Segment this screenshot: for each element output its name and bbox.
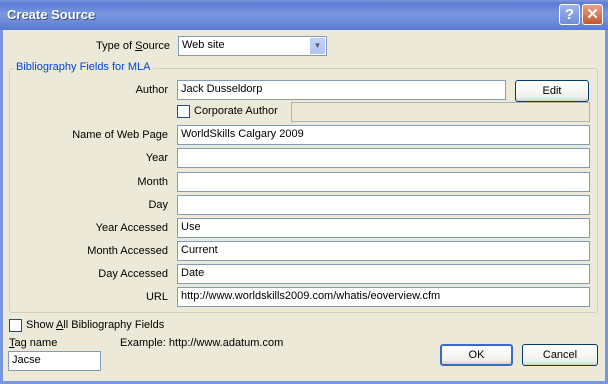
type-of-source-select[interactable]: Web site ▼ bbox=[178, 36, 327, 56]
day-accessed-label: Day Accessed bbox=[98, 268, 168, 280]
day-field[interactable] bbox=[177, 195, 590, 215]
title-bar: Create Source ? ✕ bbox=[0, 0, 608, 30]
month-label: Month bbox=[137, 176, 168, 188]
show-all-fields-label: Show All Bibliography Fields bbox=[26, 319, 165, 331]
day-accessed-field[interactable]: Date bbox=[177, 264, 590, 284]
group-title: Bibliography Fields for MLA bbox=[14, 61, 153, 73]
show-all-fields-checkbox[interactable] bbox=[9, 319, 22, 332]
close-button[interactable]: ✕ bbox=[582, 4, 603, 25]
tag-name-label: Tag name bbox=[9, 337, 58, 349]
chevron-down-icon[interactable]: ▼ bbox=[310, 38, 325, 54]
corporate-author-label: Corporate Author bbox=[194, 105, 278, 117]
window-title: Create Source bbox=[7, 7, 96, 22]
year-label: Year bbox=[145, 152, 168, 164]
author-label: Author bbox=[135, 84, 168, 96]
url-field[interactable]: http://www.worldskills2009.com/whatis/eo… bbox=[177, 287, 590, 307]
help-icon: ? bbox=[564, 6, 575, 23]
ok-button[interactable]: OK bbox=[440, 344, 513, 366]
year-accessed-label: Year Accessed bbox=[95, 222, 168, 234]
month-accessed-label: Month Accessed bbox=[87, 245, 168, 257]
cancel-button[interactable]: Cancel bbox=[522, 344, 598, 366]
example-text: Example: http://www.adatum.com bbox=[120, 337, 284, 349]
type-of-source-value: Web site bbox=[182, 39, 225, 51]
help-button[interactable]: ? bbox=[559, 4, 580, 25]
tag-name-field[interactable]: Jacse bbox=[8, 351, 101, 371]
web-page-name-label: Name of Web Page bbox=[72, 129, 168, 141]
year-accessed-field[interactable]: Use bbox=[177, 218, 590, 238]
year-field[interactable] bbox=[177, 148, 590, 168]
month-accessed-field[interactable]: Current bbox=[177, 241, 590, 261]
month-field[interactable] bbox=[177, 172, 590, 192]
close-icon: ✕ bbox=[586, 6, 599, 23]
corporate-author-checkbox[interactable] bbox=[177, 105, 190, 118]
type-of-source-label: Type of Source bbox=[96, 40, 171, 52]
edit-button[interactable]: Edit bbox=[515, 80, 589, 102]
web-page-name-field[interactable]: WorldSkills Calgary 2009 bbox=[177, 125, 590, 145]
author-field[interactable]: Jack Dusseldorp bbox=[177, 80, 506, 100]
url-label: URL bbox=[145, 291, 168, 303]
corporate-author-field[interactable] bbox=[291, 102, 590, 122]
day-label: Day bbox=[148, 199, 168, 211]
